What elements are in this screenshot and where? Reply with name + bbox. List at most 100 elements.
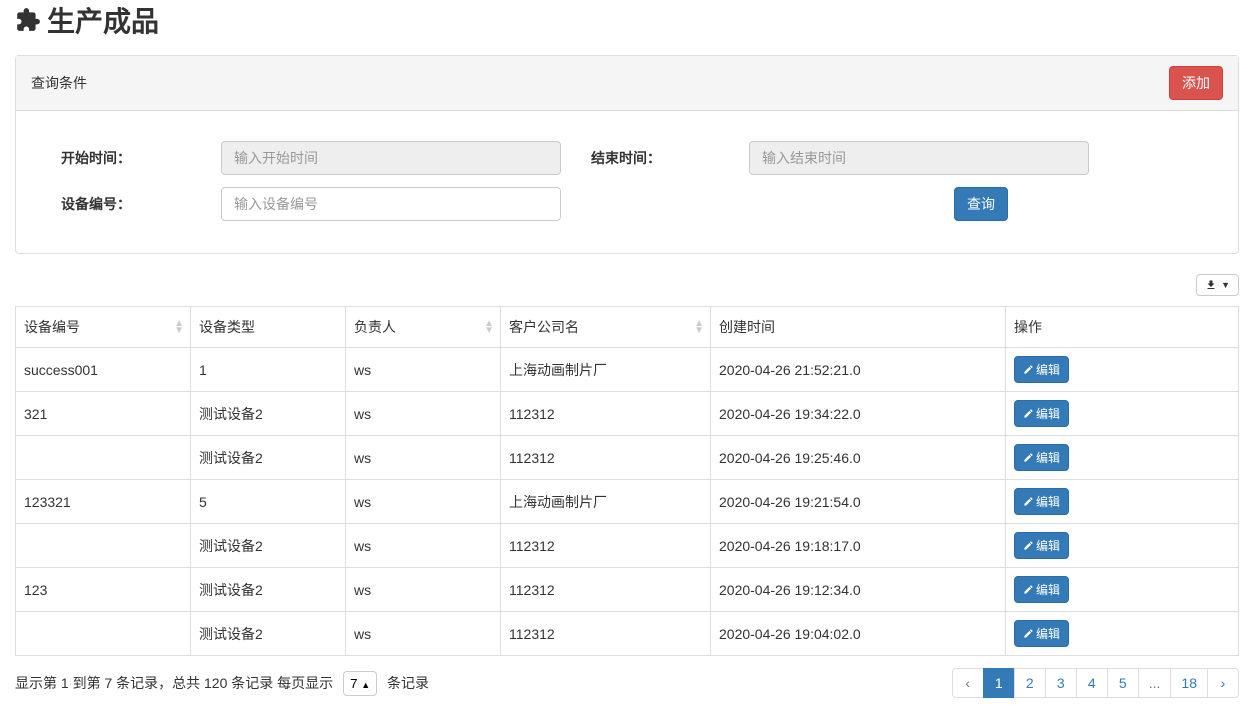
start-time-label: 开始时间： [61, 148, 131, 168]
cell-device_type: 测试设备2 [191, 612, 346, 656]
cell-device_type: 测试设备2 [191, 568, 346, 612]
sort-icon: ▲▼ [174, 320, 184, 334]
cell-device_no: 321 [16, 392, 191, 436]
pencil-icon [1023, 452, 1034, 463]
cell-action: 编辑 [1006, 392, 1239, 436]
cell-company: 112312 [501, 392, 711, 436]
page-5[interactable]: 5 [1107, 668, 1139, 698]
col-created: 创建时间 [711, 307, 1006, 348]
query-panel: 查询条件 添加 开始时间： 结束时间： 设备编号： 查询 [15, 55, 1239, 254]
end-time-label: 结束时间： [591, 148, 661, 168]
cell-action: 编辑 [1006, 568, 1239, 612]
add-button[interactable]: 添加 [1169, 66, 1223, 100]
edit-button[interactable]: 编辑 [1014, 444, 1069, 471]
device-no-input[interactable] [221, 187, 561, 221]
edit-button[interactable]: 编辑 [1014, 356, 1069, 383]
end-time-input[interactable] [749, 141, 1089, 175]
col-owner[interactable]: 负责人▲▼ [346, 307, 501, 348]
pagination: ‹12345...18› [953, 668, 1239, 698]
info-prefix: 显示第 1 到第 7 条记录，总共 120 条记录 每页显示 [15, 675, 333, 691]
cell-company: 上海动画制片厂 [501, 480, 711, 524]
edit-button[interactable]: 编辑 [1014, 576, 1069, 603]
cell-owner: ws [346, 524, 501, 568]
page-size-select[interactable]: 7 ▲ [343, 671, 377, 696]
page-3[interactable]: 3 [1045, 668, 1077, 698]
cell-created_at: 2020-04-26 21:52:21.0 [711, 348, 1006, 392]
cell-company: 112312 [501, 436, 711, 480]
cell-device_type: 5 [191, 480, 346, 524]
cell-device_type: 测试设备2 [191, 524, 346, 568]
device-no-label: 设备编号： [61, 194, 131, 214]
col-action-label: 操作 [1014, 319, 1042, 335]
col-company[interactable]: 客户公司名 ▲▼ [501, 307, 711, 348]
edit-button[interactable]: 编辑 [1014, 620, 1069, 647]
col-company-label: 客户公司名 [509, 319, 579, 335]
cell-company: 112312 [501, 612, 711, 656]
cell-device_no: 123 [16, 568, 191, 612]
col-device-type-label: 设备类型 [199, 319, 255, 335]
caret-up-icon: ▲ [361, 680, 370, 690]
pencil-icon [1023, 540, 1034, 551]
pencil-icon [1023, 628, 1034, 639]
caret-icon: ▼ [1221, 280, 1230, 290]
table-row: success0011ws上海动画制片厂2020-04-26 21:52:21.… [16, 348, 1239, 392]
panel-heading: 查询条件 添加 [16, 56, 1238, 111]
table-row: 测试设备2ws1123122020-04-26 19:18:17.0 编辑 [16, 524, 1239, 568]
panel-title: 查询条件 [31, 73, 87, 93]
pencil-icon [1023, 408, 1034, 419]
cell-action: 编辑 [1006, 436, 1239, 480]
table-row: 321测试设备2ws1123122020-04-26 19:34:22.0编辑 [16, 392, 1239, 436]
cell-action: 编辑 [1006, 524, 1239, 568]
col-action: 操作 [1006, 307, 1239, 348]
edit-button[interactable]: 编辑 [1014, 532, 1069, 559]
cell-company: 112312 [501, 524, 711, 568]
cell-owner: ws [346, 568, 501, 612]
col-created-label: 创建时间 [719, 319, 775, 335]
cell-created_at: 2020-04-26 19:34:22.0 [711, 392, 1006, 436]
col-device-type[interactable]: 设备类型 [191, 307, 346, 348]
cell-device_no [16, 436, 191, 480]
cell-device_no: success001 [16, 348, 191, 392]
start-time-input[interactable] [221, 141, 561, 175]
export-button[interactable]: ▼ [1196, 274, 1239, 296]
cell-owner: ws [346, 480, 501, 524]
search-button[interactable]: 查询 [954, 187, 1008, 221]
page-2[interactable]: 2 [1014, 668, 1046, 698]
edit-button[interactable]: 编辑 [1014, 488, 1069, 515]
page-4[interactable]: 4 [1076, 668, 1108, 698]
edit-button[interactable]: 编辑 [1014, 400, 1069, 427]
page-title: 生产成品 [15, 0, 1239, 40]
cell-device_no [16, 524, 191, 568]
download-icon [1205, 279, 1217, 291]
page-size-value: 7 [350, 676, 357, 691]
cell-action: 编辑 [1006, 480, 1239, 524]
cell-device_no: 123321 [16, 480, 191, 524]
col-device-no[interactable]: 设备编号▲▼ [16, 307, 191, 348]
cell-created_at: 2020-04-26 19:18:17.0 [711, 524, 1006, 568]
cell-created_at: 2020-04-26 19:21:54.0 [711, 480, 1006, 524]
table-row: 测试设备2ws1123122020-04-26 19:04:02.0编辑 [16, 612, 1239, 656]
cell-owner: ws [346, 392, 501, 436]
cell-created_at: 2020-04-26 19:12:34.0 [711, 568, 1006, 612]
page-18[interactable]: 18 [1170, 668, 1208, 698]
page-next[interactable]: › [1207, 668, 1239, 698]
table-row: 测试设备2ws1123122020-04-26 19:25:46.0编辑 [16, 436, 1239, 480]
page-...[interactable]: ... [1138, 668, 1172, 698]
puzzle-icon [15, 7, 41, 33]
records-info: 显示第 1 到第 7 条记录，总共 120 条记录 每页显示 7 ▲ 条记录 [15, 671, 429, 696]
cell-created_at: 2020-04-26 19:04:02.0 [711, 612, 1006, 656]
pencil-icon [1023, 496, 1034, 507]
page-prev[interactable]: ‹ [952, 668, 984, 698]
pencil-icon [1023, 364, 1034, 375]
data-table: 设备编号▲▼ 设备类型 负责人▲▼ 客户公司名▲▼ 创建时间 操作 succes… [15, 306, 1239, 656]
cell-owner: ws [346, 436, 501, 480]
cell-company: 上海动画制片厂 [501, 348, 711, 392]
page-1[interactable]: 1 [983, 668, 1015, 698]
col-owner-label: 负责人 [354, 319, 396, 335]
cell-action: 编辑 [1006, 612, 1239, 656]
pencil-icon [1023, 584, 1034, 595]
table-row: 1233215ws上海动画制片厂2020-04-26 19:21:54.0 编辑 [16, 480, 1239, 524]
table-row: 123测试设备2ws1123122020-04-26 19:12:34.0编辑 [16, 568, 1239, 612]
cell-device_type: 测试设备2 [191, 436, 346, 480]
sort-icon: ▲▼ [694, 320, 704, 334]
